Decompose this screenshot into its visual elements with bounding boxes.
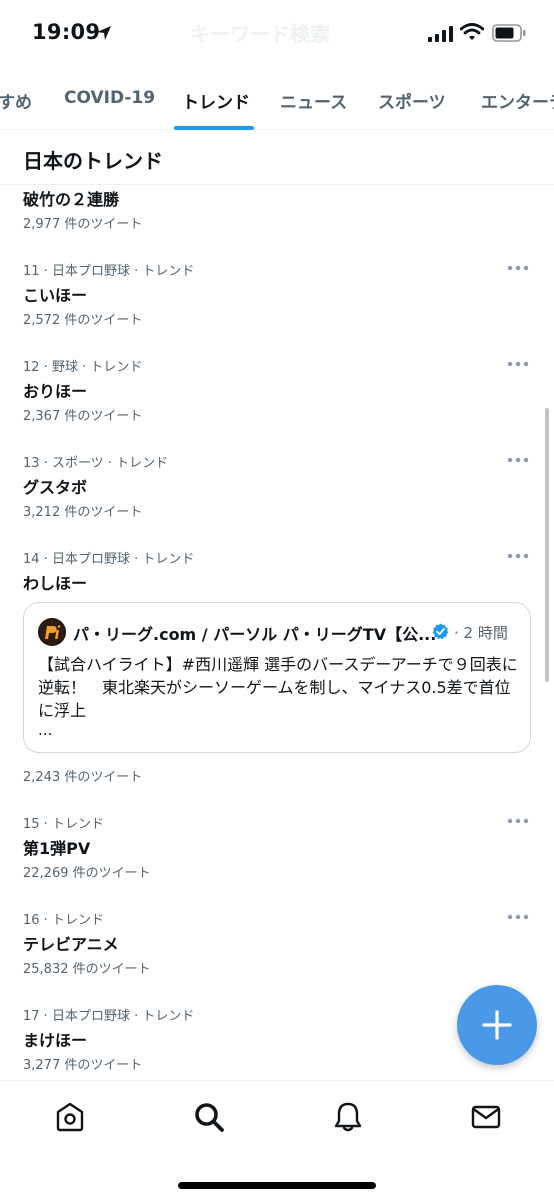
trend-meta: 15 · トレンド	[23, 817, 104, 832]
home-indicator	[178, 1182, 376, 1189]
wifi-icon	[460, 23, 484, 40]
more-options-icon[interactable]	[506, 551, 530, 561]
trend-name: まけほー	[23, 1031, 88, 1050]
trend-name: こいほー	[23, 286, 88, 305]
more-options-icon[interactable]	[506, 455, 530, 465]
trend-meta: 13 · スポーツ · トレンド	[23, 456, 169, 471]
author-avatar[interactable]	[38, 618, 66, 646]
search-field-behind: キーワード検索	[190, 22, 330, 46]
tweet-text: 【試合ハイライト】#西川遥輝 選手のバースデーアーチで９回表に逆転！ 東北楽天が…	[38, 655, 518, 720]
tab-sports[interactable]: スポーツ	[378, 88, 446, 113]
tweet-card[interactable]: パ・リーグ.com / パーソル パ・リーグTV【公... · 2 時間 【試合…	[23, 602, 531, 753]
tab-trends[interactable]: トレンド	[182, 88, 250, 113]
trend-name: グスタボ	[23, 478, 88, 497]
author-name: パ・リーグ.com / パーソル パ・リーグTV【公...	[73, 625, 437, 644]
trend-tweet-count: 22,269 件のツイート	[23, 866, 151, 881]
trend-tweet-count: 2,977 件のツイート	[23, 217, 143, 232]
cell-signal-icon	[428, 26, 453, 42]
trend-meta: 17 · 日本プロ野球 · トレンド	[23, 1009, 195, 1024]
section-header: 日本のトレンド	[0, 130, 554, 185]
tab-recommended[interactable]: すめ	[0, 88, 32, 113]
tweet-ellipsis: ...	[38, 721, 53, 739]
trend-name: 第1弾PV	[23, 839, 91, 858]
status-time: 19:09	[32, 20, 101, 44]
bottom-nav	[0, 1080, 554, 1199]
trend-tweet-count: 2,243 件のツイート	[23, 770, 143, 785]
trend-meta: 16 · トレンド	[23, 913, 104, 928]
battery-icon	[492, 24, 526, 42]
trend-meta: 12 · 野球 · トレンド	[23, 360, 143, 375]
tab-entertainment[interactable]: エンターテ	[481, 88, 554, 113]
compose-tweet-button[interactable]	[457, 985, 537, 1065]
trend-tweet-count: 25,832 件のツイート	[23, 962, 151, 977]
home-icon[interactable]	[54, 1101, 86, 1133]
verified-badge-icon	[432, 623, 449, 640]
more-options-icon[interactable]	[506, 816, 530, 826]
trend-name: テレビアニメ	[23, 935, 119, 954]
explore-tabs: すめ COVID-19 トレンド ニュース スポーツ エンターテ	[0, 72, 554, 130]
tab-news[interactable]: ニュース	[280, 88, 347, 113]
trend-name: おりほー	[23, 382, 88, 401]
tweet-time: · 2 時間	[454, 624, 508, 642]
messages-mail-icon[interactable]	[470, 1101, 502, 1133]
trend-name: わしほー	[23, 574, 88, 593]
scrollbar[interactable]	[545, 408, 549, 682]
trend-tweet-count: 3,277 件のツイート	[23, 1058, 143, 1073]
trend-name: 破竹の２連勝	[23, 190, 120, 209]
search-icon[interactable]	[193, 1101, 225, 1133]
tab-covid19[interactable]: COVID-19	[64, 88, 155, 108]
status-bar: キーワード検索 19:09	[0, 0, 554, 70]
more-options-icon[interactable]	[506, 912, 530, 922]
section-title: 日本のトレンド	[23, 149, 163, 173]
pacific-league-logo-icon	[38, 618, 66, 646]
trend-tweet-count: 2,367 件のツイート	[23, 409, 143, 424]
trend-meta: 11 · 日本プロ野球 · トレンド	[23, 264, 195, 279]
trend-meta: 14 · 日本プロ野球 · トレンド	[23, 552, 195, 567]
plus-icon	[482, 1010, 512, 1040]
trend-tweet-count: 3,212 件のツイート	[23, 505, 143, 520]
location-arrow-icon	[97, 26, 111, 40]
more-options-icon[interactable]	[506, 263, 530, 273]
trend-tweet-count: 2,572 件のツイート	[23, 313, 143, 328]
notifications-bell-icon[interactable]	[332, 1101, 364, 1133]
more-options-icon[interactable]	[506, 359, 530, 369]
